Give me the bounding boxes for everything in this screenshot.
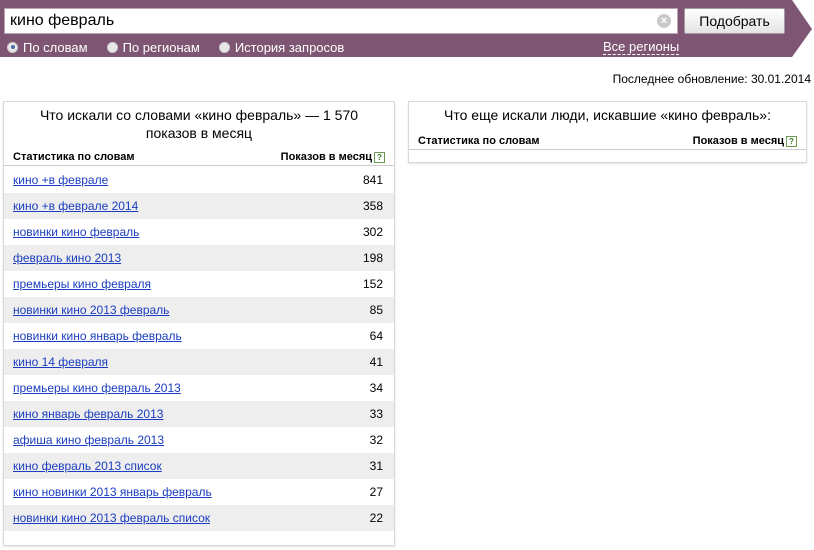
radio-label: История запросов [234, 39, 345, 55]
impressions-count: 841 [362, 173, 383, 187]
table-row: новинки кино 2013 февраль список 22 [4, 505, 394, 531]
related-queries-panel: Что еще искали люди, искавшие «кино февр… [408, 101, 807, 163]
query-link[interactable]: кино 14 февраля [13, 355, 108, 369]
radio-unchecked-icon[interactable] [218, 41, 230, 53]
submit-button[interactable]: Подобрать [684, 8, 785, 34]
impressions-count: 152 [362, 277, 383, 291]
impressions-count: 198 [362, 251, 383, 265]
table-row: кино январь февраль 2013 33 [4, 401, 394, 427]
clear-icon[interactable]: × [657, 14, 671, 28]
table-row: премьеры кино февраль 2013 34 [4, 375, 394, 401]
impressions-count: 27 [369, 485, 383, 499]
table-row: новинки кино январь февраль 64 [4, 323, 394, 349]
radio-checked-icon[interactable] [7, 41, 18, 53]
impressions-count: 41 [369, 355, 383, 369]
all-regions-link[interactable]: Все регионы [603, 39, 680, 55]
query-link[interactable]: кино +в феврале [13, 173, 108, 187]
query-link[interactable]: афиша кино февраль 2013 [13, 433, 164, 447]
impressions-count: 302 [362, 225, 383, 239]
column-header-count-label: Показов в месяц [692, 134, 784, 147]
query-link[interactable]: премьеры кино февраль 2013 [13, 381, 181, 395]
table-row: кино февраль 2013 список 31 [4, 453, 394, 479]
last-update: Последнее обновление: 30.01.2014 [612, 72, 811, 86]
radio-label: По словам [23, 39, 88, 55]
table-row: кино новинки 2013 январь февраль 27 [4, 479, 394, 505]
radio-by-words[interactable]: По словам [7, 40, 88, 55]
impressions-count: 22 [369, 511, 383, 525]
radio-label: По регионам [122, 39, 200, 55]
query-link[interactable]: февраль кино 2013 [13, 251, 121, 265]
column-header-count: Показов в месяц? [693, 135, 797, 147]
search-box: × [4, 8, 678, 34]
search-input[interactable] [5, 9, 645, 33]
impressions-count: 85 [369, 303, 383, 317]
query-link[interactable]: новинки кино 2013 февраль список [13, 511, 210, 525]
table-row: афиша кино февраль 2013 32 [4, 427, 394, 453]
query-link[interactable]: кино февраль 2013 список [13, 459, 162, 473]
impressions-count: 31 [369, 459, 383, 473]
table-row: новинки кино февраль 302 [4, 219, 394, 245]
radio-query-history[interactable]: История запросов [218, 39, 345, 55]
impressions-count: 32 [369, 433, 383, 447]
word-stats-panel: Что искали со словами «кино февраль» — 1… [3, 101, 395, 546]
table-row: кино +в феврале 2014 358 [4, 193, 394, 219]
radio-by-regions[interactable]: По регионам [106, 39, 200, 55]
help-icon[interactable]: ? [786, 135, 797, 147]
table-row: февраль кино 2013 198 [4, 245, 394, 271]
column-header-query: Статистика по словам [13, 150, 135, 163]
table-header: Статистика по словам Показов в месяц? [409, 132, 806, 150]
query-link[interactable]: новинки кино январь февраль [13, 329, 182, 343]
table-row: новинки кино 2013 февраль 85 [4, 297, 394, 323]
help-icon[interactable]: ? [374, 151, 385, 163]
table-row: премьеры кино февраля 152 [4, 271, 394, 297]
table-row: кино 14 февраля 41 [4, 349, 394, 375]
search-mode-group: По словам По регионам История запросов [7, 39, 363, 55]
query-link[interactable]: новинки кино 2013 февраль [13, 303, 169, 317]
search-header: × Подобрать По словам По регионам Истори… [0, 0, 814, 58]
query-link[interactable]: новинки кино февраль [13, 225, 139, 239]
panel-title: Что еще искали люди, искавшие «кино февр… [444, 107, 771, 123]
impressions-count: 358 [362, 199, 383, 213]
impressions-count: 34 [369, 381, 383, 395]
column-header-count: Показов в месяц? [281, 151, 385, 163]
table-row: кино +в феврале 841 [4, 167, 394, 193]
radio-unchecked-icon[interactable] [106, 41, 118, 53]
query-link[interactable]: кино новинки 2013 январь февраль [13, 485, 212, 499]
stats-table: кино +в феврале 841 кино +в феврале 2014 3… [4, 167, 394, 531]
query-link[interactable]: кино январь февраль 2013 [13, 407, 163, 421]
column-header-count-label: Показов в месяц [280, 150, 372, 163]
table-header: Статистика по словам Показов в месяц? [4, 148, 394, 166]
panel-title: Что искали со словами «кино февраль» — 1… [39, 107, 359, 141]
impressions-count: 33 [369, 407, 383, 421]
impressions-count: 64 [369, 329, 383, 343]
query-link[interactable]: премьеры кино февраля [13, 277, 151, 291]
column-header-query: Статистика по словам [418, 134, 540, 147]
query-link[interactable]: кино +в феврале 2014 [13, 199, 138, 213]
